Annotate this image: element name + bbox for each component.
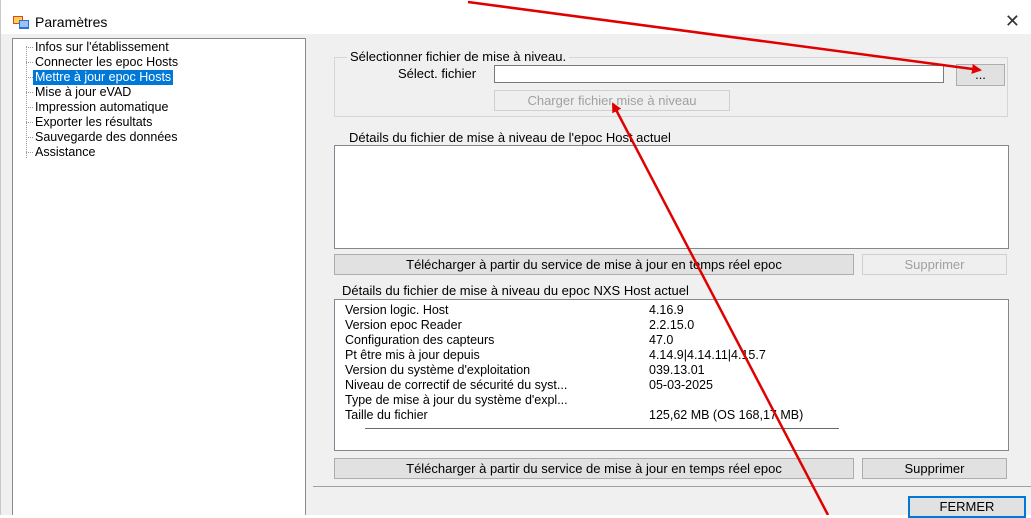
tree-item-assistance[interactable]: Assistance [33,145,97,160]
title-bar: Paramètres ✕ [1,0,1031,34]
detail-key: Version du système d'exploitation [345,363,531,377]
nxs-host-details-list[interactable]: Version logic. Host 4.16.9 Version epoc R… [334,299,1009,451]
window-title: Paramètres [35,14,108,30]
detail-key: Taille du fichier [345,408,428,422]
load-upgrade-file-button[interactable]: Charger fichier mise à niveau [494,90,730,111]
settings-window: Paramètres ✕ Infos sur l'établissement C… [0,0,1031,518]
close-icon[interactable]: ✕ [1005,12,1020,30]
settings-tree: Infos sur l'établissement Connecter les … [12,38,306,515]
detail-key: Version epoc Reader [345,318,462,332]
delete-button[interactable]: Supprimer [862,254,1007,275]
detail-value: 4.14.9|4.14.11|4.15.7 [649,348,766,362]
detail-value: 039.13.01 [649,363,705,377]
file-path-input[interactable] [494,65,944,83]
settings-window-icon [13,16,29,29]
detail-value: 125,62 MB (OS 168,17 MB) [649,408,804,422]
detail-key: Configuration des capteurs [345,333,495,347]
detail-value: 05-03-2025 [649,378,713,392]
detail-key: Version logic. Host [345,303,449,317]
tree-item-infos-etablissement[interactable]: Infos sur l'établissement [33,40,171,55]
detail-key: Pt être mis à jour depuis [345,348,480,362]
delete-nxs-button[interactable]: Supprimer [862,458,1007,479]
upgrade-group-title: Sélectionner fichier de mise à niveau. [347,49,570,64]
download-realtime-nxs-button[interactable]: Télécharger à partir du service de mise … [334,458,854,479]
current-host-title: Détails du fichier de mise à niveau de l… [349,130,671,145]
detail-value: 2.2.15.0 [649,318,695,332]
tree-item-mise-a-jour-evad[interactable]: Mise à jour eVAD [33,85,133,100]
footer-separator [313,486,1031,487]
detail-key: Niveau de correctif de sécurité du syst.… [345,378,568,392]
download-realtime-button[interactable]: Télécharger à partir du service de mise … [334,254,854,275]
tree-item-exporter-resultats[interactable]: Exporter les résultats [33,115,154,130]
tree-item-impression-automatique[interactable]: Impression automatique [33,100,170,115]
horizontal-scrollbar[interactable] [365,428,839,429]
browse-button[interactable]: ... [956,64,1005,86]
detail-key: Type de mise à jour du système d'expl... [345,393,568,407]
tree-item-mettre-a-jour-hosts[interactable]: Mettre à jour epoc Hosts [33,70,174,85]
tree-item-sauvegarde-donnees[interactable]: Sauvegarde des données [33,130,179,145]
file-label: Sélect. fichier [398,66,477,81]
nxs-host-title: Détails du fichier de mise à niveau du e… [342,283,689,298]
tree-item-connecter-hosts[interactable]: Connecter les epoc Hosts [33,55,180,70]
detail-value: 47.0 [649,333,674,347]
current-host-details-list[interactable] [334,145,1009,249]
detail-value: 4.16.9 [649,303,684,317]
